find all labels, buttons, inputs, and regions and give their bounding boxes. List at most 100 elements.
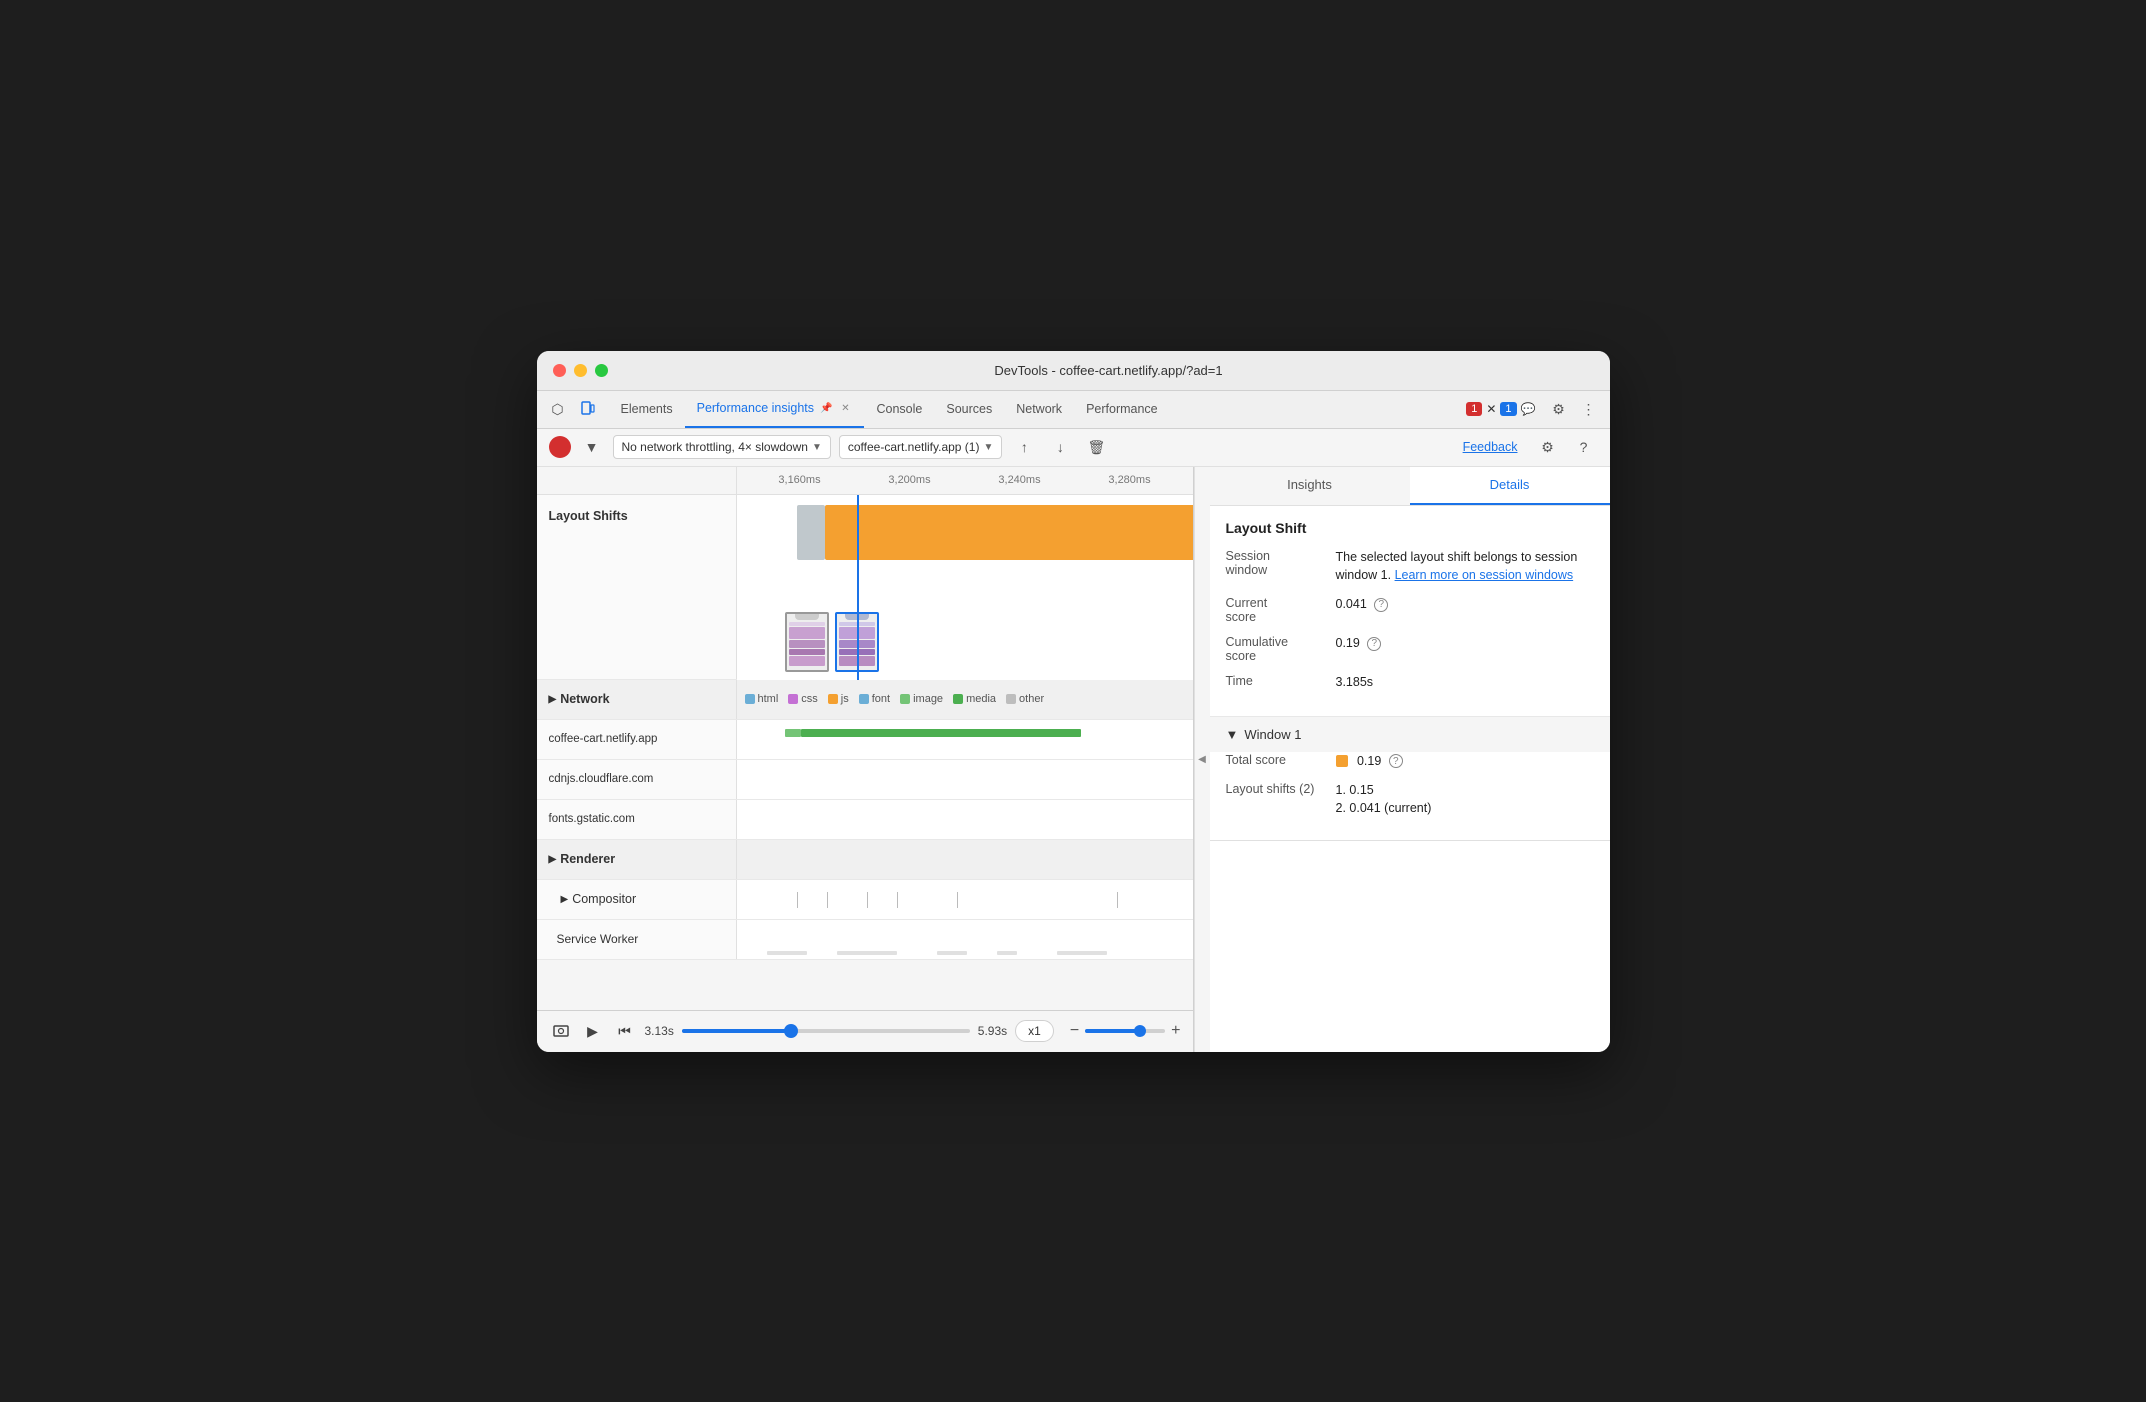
zoom-slider[interactable]	[1085, 1029, 1165, 1033]
tab-elements[interactable]: Elements	[609, 390, 685, 428]
network-host-3: fonts.gstatic.com	[537, 800, 737, 839]
tab-performance[interactable]: Performance	[1074, 390, 1170, 428]
renderer-label: ▶ Renderer	[537, 840, 737, 879]
compositor-tick-6	[1117, 892, 1118, 908]
current-score-row: Currentscore 0.041 ?	[1226, 595, 1594, 624]
network-expand-icon[interactable]: ▶	[549, 694, 557, 705]
tab-network[interactable]: Network	[1004, 390, 1074, 428]
url-arrow-icon: ▼	[983, 442, 993, 453]
speed-button[interactable]: x1	[1015, 1020, 1054, 1042]
toolbar-row: ▼ No network throttling, 4× slowdown ▼ c…	[537, 429, 1610, 467]
settings-icon2[interactable]: ⚙	[1534, 433, 1562, 461]
compositor-tick-4	[897, 892, 898, 908]
panel-collapse-handle[interactable]: ◀	[1194, 467, 1210, 1052]
compositor-tick-1	[797, 892, 798, 908]
layout-shifts-track: Layout Shifts	[537, 495, 1193, 680]
legend-other: other	[1006, 693, 1044, 705]
renderer-expand-icon[interactable]: ▶	[549, 854, 557, 865]
tab-console[interactable]: Console	[864, 390, 934, 428]
tab-close-icon[interactable]: ✕	[838, 401, 852, 415]
time-end: 5.93s	[978, 1024, 1007, 1038]
errors-button[interactable]: 1 ✕ 1 💬	[1460, 399, 1541, 419]
score-badge-icon	[1336, 755, 1348, 767]
tab-insights[interactable]: Insights	[1210, 467, 1410, 505]
compositor-content	[737, 880, 1193, 919]
sw-bar-2	[837, 951, 897, 955]
cumulative-score-value: 0.19 ?	[1336, 634, 1594, 653]
legend-image: image	[900, 693, 943, 705]
tab-performance-insights[interactable]: Performance insights 📌 ✕	[685, 390, 865, 428]
dropdown-arrow-icon[interactable]: ▼	[579, 434, 605, 460]
right-panel: Insights Details Layout Shift Sessionwin…	[1210, 467, 1610, 1052]
right-panel-content[interactable]: Layout Shift Sessionwindow The selected …	[1210, 506, 1610, 1052]
compositor-tick-3	[867, 892, 868, 908]
current-score-help-icon[interactable]: ?	[1374, 598, 1388, 612]
network-bars-2	[737, 760, 1193, 799]
download-icon[interactable]: ↓	[1046, 433, 1074, 461]
zoom-thumb[interactable]	[1134, 1025, 1146, 1037]
tracks-area[interactable]: Layout Shifts	[537, 495, 1193, 1010]
net-bar-1b	[801, 729, 1081, 737]
scrubber-thumb[interactable]	[784, 1024, 798, 1038]
screenshot-before[interactable]	[785, 612, 829, 672]
traffic-lights	[553, 364, 608, 377]
cumulative-score-help-icon[interactable]: ?	[1367, 637, 1381, 651]
sw-bar-4	[997, 951, 1017, 955]
tab-bar: ⬡ Elements Performance insights 📌 ✕ Cons…	[537, 391, 1610, 429]
layout-shifts-content[interactable]	[737, 495, 1193, 680]
service-worker-content	[737, 920, 1193, 959]
zoom-fill	[1085, 1029, 1139, 1033]
layout-shifts-detail-row: Layout shifts (2) 1. 0.15 2. 0.041 (curr…	[1226, 781, 1594, 819]
close-button[interactable]	[553, 364, 566, 377]
url-dropdown[interactable]: coffee-cart.netlify.app (1) ▼	[839, 435, 1003, 459]
legend-media: media	[953, 693, 996, 705]
more-icon[interactable]: ⋮	[1576, 396, 1602, 422]
record-button[interactable]	[549, 436, 571, 458]
tick-4: 3,280ms	[1075, 474, 1185, 486]
html-color	[745, 694, 755, 704]
devtools-window: DevTools - coffee-cart.netlify.app/?ad=1…	[537, 351, 1610, 1052]
font-color	[859, 694, 869, 704]
tab-details[interactable]: Details	[1410, 467, 1610, 505]
window1-header[interactable]: ▼ Window 1	[1210, 717, 1610, 752]
feedback-link[interactable]: Feedback	[1463, 440, 1518, 454]
current-score-key: Currentscore	[1226, 595, 1336, 624]
skip-start-button[interactable]: ⏮	[613, 1019, 637, 1043]
device-icon[interactable]	[575, 396, 601, 422]
tab-sources[interactable]: Sources	[934, 390, 1004, 428]
url-label: coffee-cart.netlify.app (1)	[848, 440, 980, 454]
screenshot-group	[785, 612, 879, 672]
throttle-dropdown[interactable]: No network throttling, 4× slowdown ▼	[613, 435, 831, 459]
cursor-icon[interactable]: ⬡	[545, 396, 571, 422]
other-color	[1006, 694, 1016, 704]
minimize-button[interactable]	[574, 364, 587, 377]
upload-icon[interactable]: ↑	[1010, 433, 1038, 461]
total-score-help-icon[interactable]: ?	[1389, 754, 1403, 768]
zoom-controls: − +	[1070, 1022, 1181, 1040]
selection-line	[857, 495, 859, 680]
time-start: 3.13s	[645, 1024, 674, 1038]
window1-section: ▼ Window 1 Total score 0.19 ?	[1210, 717, 1610, 841]
play-button[interactable]: ▶	[581, 1019, 605, 1043]
zoom-out-icon[interactable]: −	[1070, 1022, 1079, 1040]
maximize-button[interactable]	[595, 364, 608, 377]
scrubber[interactable]	[682, 1029, 970, 1033]
window1-body: Total score 0.19 ? Layout shifts (2) 1. …	[1210, 752, 1610, 840]
settings-icon[interactable]: ⚙	[1546, 396, 1572, 422]
detail-title: Layout Shift	[1226, 520, 1594, 536]
session-window-row: Sessionwindow The selected layout shift …	[1226, 548, 1594, 586]
css-color	[788, 694, 798, 704]
learn-more-link[interactable]: Learn more on session windows	[1395, 568, 1574, 582]
layout-shift-section: Layout Shift Sessionwindow The selected …	[1210, 506, 1610, 717]
timeline-label-col	[537, 467, 737, 494]
layout-shifts-detail-key: Layout shifts (2)	[1226, 781, 1336, 796]
screenshot-toggle-button[interactable]	[549, 1019, 573, 1043]
timeline-header: 3,160ms 3,200ms 3,240ms 3,280ms	[537, 467, 1193, 495]
compositor-expand-icon[interactable]: ▶	[561, 894, 569, 905]
service-worker-row: Service Worker	[537, 920, 1193, 960]
time-key: Time	[1226, 673, 1336, 688]
zoom-in-icon[interactable]: +	[1171, 1022, 1180, 1040]
tick-3: 3,240ms	[965, 474, 1075, 486]
delete-icon[interactable]: 🗑	[1082, 433, 1110, 461]
help-icon[interactable]: ?	[1570, 433, 1598, 461]
